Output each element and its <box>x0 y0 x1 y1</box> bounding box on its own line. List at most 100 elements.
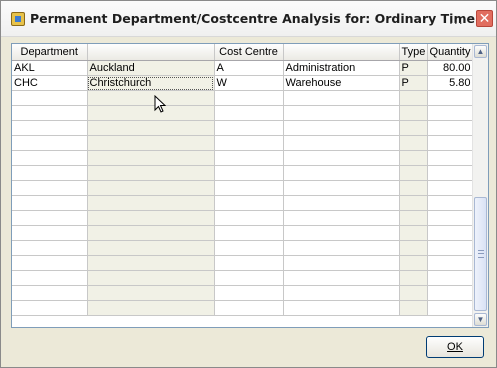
costcentre-name-cell[interactable] <box>283 135 400 151</box>
costcentre-name-cell[interactable]: Warehouse <box>283 75 400 91</box>
empty-table-row[interactable] <box>12 150 474 166</box>
vertical-scrollbar[interactable]: ▲ ▼ <box>472 44 488 327</box>
department-code-cell[interactable] <box>12 270 88 286</box>
costcentre-code-cell[interactable] <box>214 225 284 241</box>
empty-table-row[interactable] <box>12 120 474 136</box>
table-row[interactable]: AKL Auckland A Administration P 80.00 <box>12 60 474 76</box>
analysis-grid[interactable]: Department Cost Centre Type Quantity AKL… <box>11 43 489 328</box>
department-code-cell[interactable] <box>12 165 88 181</box>
department-code-cell[interactable] <box>12 225 88 241</box>
table-row[interactable]: CHC Christchurch W Warehouse P 5.80 <box>12 75 474 91</box>
empty-table-row[interactable] <box>12 210 474 226</box>
department-code-cell[interactable]: CHC <box>12 75 88 91</box>
department-name-cell[interactable] <box>87 90 215 106</box>
quantity-cell[interactable] <box>427 270 474 286</box>
type-cell[interactable] <box>399 120 428 136</box>
empty-table-row[interactable] <box>12 225 474 241</box>
costcentre-name-cell[interactable] <box>283 270 400 286</box>
department-name-cell[interactable]: Auckland <box>87 60 215 76</box>
costcentre-code-cell[interactable] <box>214 285 284 301</box>
quantity-cell[interactable]: 5.80 <box>427 75 474 91</box>
type-cell[interactable] <box>399 210 428 226</box>
department-code-cell[interactable]: AKL <box>12 60 88 76</box>
quantity-cell[interactable] <box>427 105 474 121</box>
department-code-cell[interactable] <box>12 285 88 301</box>
type-cell[interactable] <box>399 255 428 271</box>
costcentre-name-cell[interactable] <box>283 165 400 181</box>
costcentre-name-cell[interactable] <box>283 180 400 196</box>
type-cell[interactable] <box>399 285 428 301</box>
department-code-cell[interactable] <box>12 150 88 166</box>
empty-table-row[interactable] <box>12 255 474 271</box>
type-cell[interactable] <box>399 270 428 286</box>
costcentre-code-cell[interactable] <box>214 180 284 196</box>
costcentre-name-cell[interactable] <box>283 285 400 301</box>
costcentre-code-cell[interactable]: W <box>214 75 284 91</box>
department-code-cell[interactable] <box>12 135 88 151</box>
quantity-cell[interactable] <box>427 150 474 166</box>
type-cell[interactable] <box>399 90 428 106</box>
type-cell[interactable] <box>399 180 428 196</box>
quantity-cell[interactable]: 80.00 <box>427 60 474 76</box>
department-code-cell[interactable] <box>12 90 88 106</box>
scrollbar-thumb[interactable] <box>474 197 487 311</box>
quantity-cell[interactable] <box>427 165 474 181</box>
department-name-cell[interactable] <box>87 150 215 166</box>
quantity-cell[interactable] <box>427 210 474 226</box>
costcentre-code-cell[interactable] <box>214 150 284 166</box>
empty-table-row[interactable] <box>12 195 474 211</box>
quantity-cell[interactable] <box>427 255 474 271</box>
department-name-cell[interactable] <box>87 270 215 286</box>
costcentre-name-cell[interactable] <box>283 210 400 226</box>
costcentre-name-cell[interactable] <box>283 105 400 121</box>
ok-button[interactable]: OK <box>426 336 484 358</box>
department-code-cell[interactable] <box>12 210 88 226</box>
type-cell[interactable] <box>399 225 428 241</box>
type-cell[interactable]: P <box>399 60 428 76</box>
type-cell[interactable] <box>399 300 428 316</box>
costcentre-name-cell[interactable] <box>283 90 400 106</box>
department-name-cell[interactable]: Christchurch <box>87 75 215 91</box>
costcentre-code-cell[interactable] <box>214 255 284 271</box>
costcentre-name-cell[interactable] <box>283 240 400 256</box>
empty-table-row[interactable] <box>12 165 474 181</box>
column-header-quantity[interactable]: Quantity <box>427 44 474 61</box>
quantity-cell[interactable] <box>427 285 474 301</box>
column-header-cost-centre[interactable]: Cost Centre <box>214 44 284 61</box>
costcentre-name-cell[interactable] <box>283 300 400 316</box>
costcentre-code-cell[interactable] <box>214 135 284 151</box>
costcentre-code-cell[interactable] <box>214 240 284 256</box>
costcentre-code-cell[interactable] <box>214 165 284 181</box>
empty-table-row[interactable] <box>12 240 474 256</box>
empty-table-row[interactable] <box>12 300 474 316</box>
department-name-cell[interactable] <box>87 180 215 196</box>
costcentre-code-cell[interactable] <box>214 210 284 226</box>
type-cell[interactable] <box>399 240 428 256</box>
department-name-cell[interactable] <box>87 105 215 121</box>
costcentre-code-cell[interactable] <box>214 270 284 286</box>
column-header-type[interactable]: Type <box>399 44 428 61</box>
costcentre-code-cell[interactable] <box>214 300 284 316</box>
costcentre-name-cell[interactable]: Administration <box>283 60 400 76</box>
type-cell[interactable] <box>399 135 428 151</box>
department-name-cell[interactable] <box>87 165 215 181</box>
quantity-cell[interactable] <box>427 195 474 211</box>
scroll-up-button[interactable]: ▲ <box>474 45 487 58</box>
department-code-cell[interactable] <box>12 300 88 316</box>
column-header-department-name[interactable] <box>87 44 215 61</box>
quantity-cell[interactable] <box>427 120 474 136</box>
department-name-cell[interactable] <box>87 300 215 316</box>
department-name-cell[interactable] <box>87 285 215 301</box>
costcentre-code-cell[interactable]: A <box>214 60 284 76</box>
department-name-cell[interactable] <box>87 120 215 136</box>
department-name-cell[interactable] <box>87 240 215 256</box>
department-code-cell[interactable] <box>12 255 88 271</box>
empty-table-row[interactable] <box>12 180 474 196</box>
empty-table-row[interactable] <box>12 90 474 106</box>
costcentre-code-cell[interactable] <box>214 195 284 211</box>
costcentre-name-cell[interactable] <box>283 150 400 166</box>
quantity-cell[interactable] <box>427 225 474 241</box>
empty-table-row[interactable] <box>12 105 474 121</box>
costcentre-name-cell[interactable] <box>283 120 400 136</box>
department-name-cell[interactable] <box>87 195 215 211</box>
